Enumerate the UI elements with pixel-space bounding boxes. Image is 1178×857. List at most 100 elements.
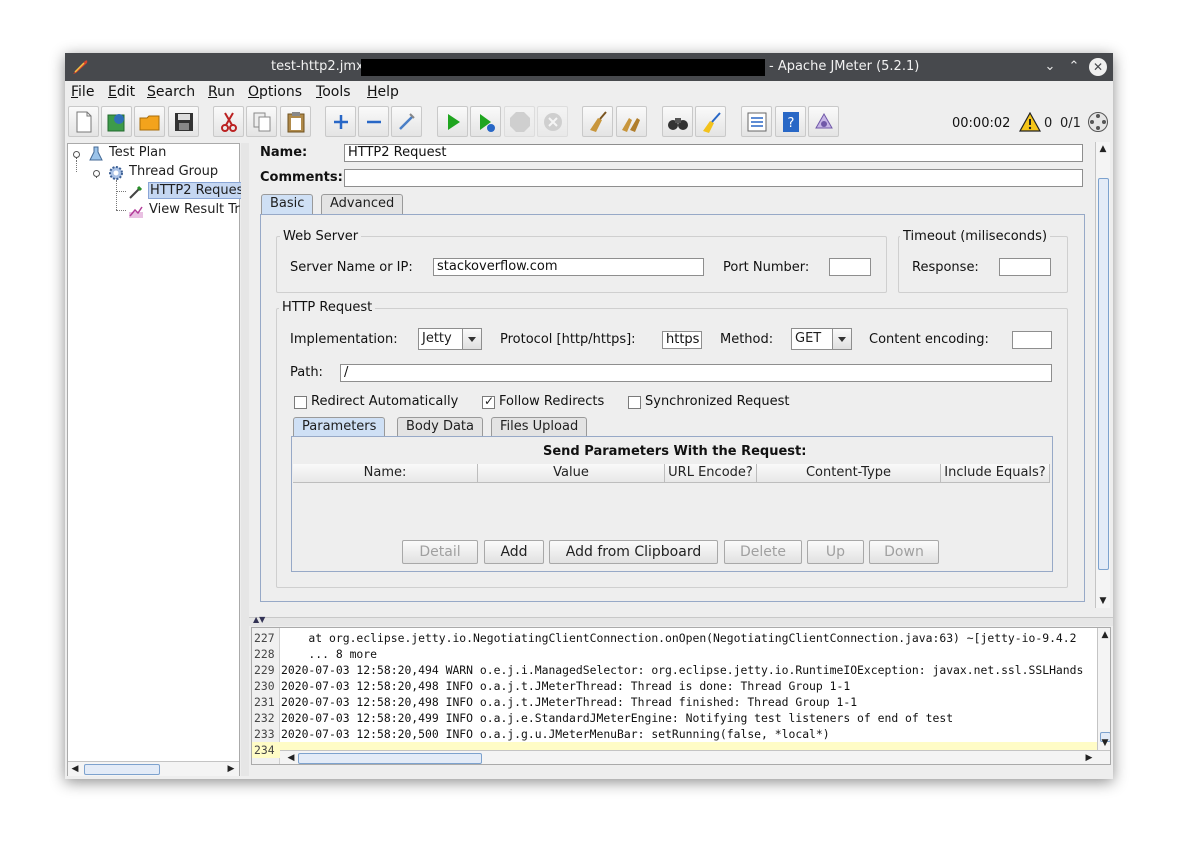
- broom-icon: [590, 111, 607, 132]
- toggle-button[interactable]: [391, 106, 422, 137]
- warning-icon[interactable]: [1019, 112, 1041, 132]
- toolbar: ? 00:00:02 0 0/1: [65, 103, 1113, 141]
- close-icon[interactable]: ✕: [1089, 58, 1107, 76]
- collapse-all-button[interactable]: [358, 106, 389, 137]
- menu-run[interactable]: Run: [208, 84, 235, 100]
- menu-options[interactable]: Options: [248, 84, 302, 100]
- test-plan-tree: Test Plan Thread Group HTTP2 Reques View…: [67, 143, 246, 776]
- scroll-thumb[interactable]: [298, 753, 482, 764]
- tab-files-upload[interactable]: Files Upload: [491, 417, 588, 437]
- elapsed-timer: 00:00:02: [952, 116, 1011, 131]
- menu-search[interactable]: Search: [147, 84, 195, 100]
- menu-tools[interactable]: Tools: [316, 84, 351, 100]
- help-book-icon: ?: [783, 112, 799, 132]
- clear-all-button[interactable]: [616, 106, 647, 137]
- expand-all-button[interactable]: [325, 106, 356, 137]
- tab-advanced[interactable]: Advanced: [321, 194, 404, 214]
- protocol-label: Protocol [http/https]:: [500, 332, 636, 347]
- scroll-up-icon[interactable]: ▲: [1096, 142, 1110, 156]
- tree-horizontal-scrollbar[interactable]: ◀ ▶: [68, 761, 239, 776]
- comments-field[interactable]: [344, 169, 1083, 187]
- activity-spinner-icon: [1088, 112, 1108, 132]
- new-button[interactable]: [68, 106, 99, 137]
- shutdown-icon: [544, 113, 562, 131]
- scroll-left-icon[interactable]: ◀: [68, 762, 82, 776]
- tree-node-thread-group[interactable]: Thread Group: [129, 164, 218, 179]
- synchronized-request-checkbox[interactable]: [628, 396, 641, 409]
- column-content-type[interactable]: Content-Type: [757, 464, 941, 483]
- reset-search-button[interactable]: [695, 106, 726, 137]
- menu-edit[interactable]: Edit: [108, 84, 135, 100]
- implementation-select[interactable]: Jetty: [418, 328, 482, 350]
- remote-start-button[interactable]: [808, 106, 839, 137]
- paste-button[interactable]: [280, 106, 311, 137]
- http-sampler-pipette-icon: [129, 185, 143, 199]
- tab-basic[interactable]: Basic: [261, 194, 314, 214]
- detail-button[interactable]: Detail: [402, 540, 478, 564]
- up-button[interactable]: Up: [807, 540, 864, 564]
- scroll-right-icon[interactable]: ▶: [1082, 751, 1096, 764]
- editor-vertical-scrollbar[interactable]: ▲ ▼: [1095, 142, 1110, 608]
- column-value[interactable]: Value: [478, 464, 665, 483]
- split-arrows-icon[interactable]: ▲▼: [253, 615, 265, 624]
- path-field[interactable]: /: [340, 364, 1052, 382]
- scroll-thumb[interactable]: [84, 764, 160, 775]
- tree-node-test-plan[interactable]: Test Plan: [109, 145, 166, 160]
- scroll-left-icon[interactable]: ◀: [284, 751, 298, 764]
- copy-button[interactable]: [246, 106, 277, 137]
- start-button[interactable]: [437, 106, 468, 137]
- clear-button[interactable]: [582, 106, 613, 137]
- server-name-field[interactable]: stackoverflow.com: [433, 258, 704, 276]
- shutdown-button[interactable]: [537, 106, 568, 137]
- menu-help[interactable]: Help: [367, 84, 399, 100]
- function-helper-button[interactable]: [741, 106, 772, 137]
- response-timeout-field[interactable]: [999, 258, 1051, 276]
- chevron-down-icon[interactable]: [832, 329, 851, 349]
- delete-button[interactable]: Delete: [724, 540, 802, 564]
- follow-redirects-checkbox[interactable]: [482, 394, 495, 409]
- tab-body-data[interactable]: Body Data: [397, 417, 483, 437]
- scroll-down-icon[interactable]: ▼: [1098, 736, 1110, 750]
- expanded-node-icon[interactable]: [72, 150, 81, 159]
- tab-parameters[interactable]: Parameters: [293, 417, 386, 437]
- search-button[interactable]: [662, 106, 693, 137]
- log-split-divider[interactable]: ▲▼: [249, 615, 1113, 626]
- scroll-up-icon[interactable]: ▲: [1098, 628, 1110, 642]
- active-threads: 0/1: [1060, 116, 1081, 131]
- split-pane-divider[interactable]: [241, 143, 249, 776]
- toggle-wand-icon: [399, 113, 415, 130]
- tree-node-http2-request[interactable]: HTTP2 Reques: [148, 182, 246, 199]
- cut-button[interactable]: [213, 106, 244, 137]
- chevron-down-icon[interactable]: [462, 329, 481, 349]
- redirect-automatically-checkbox[interactable]: [294, 396, 307, 409]
- menu-file[interactable]: File: [71, 84, 94, 100]
- add-from-clipboard-button[interactable]: Add from Clipboard: [549, 540, 718, 564]
- scroll-thumb[interactable]: [1098, 178, 1109, 570]
- minimize-icon[interactable]: ⌄: [1041, 58, 1059, 76]
- expanded-node-icon[interactable]: [92, 169, 101, 178]
- stop-button[interactable]: [504, 106, 535, 137]
- help-button[interactable]: ?: [775, 106, 806, 137]
- column-url-encode[interactable]: URL Encode?: [665, 464, 757, 483]
- method-select[interactable]: GET: [791, 328, 852, 350]
- http2-request-editor: Name: HTTP2 Request Comments: Basic Adva…: [249, 141, 1113, 616]
- maximize-icon[interactable]: ⌃: [1065, 58, 1083, 76]
- scroll-right-icon[interactable]: ▶: [224, 762, 238, 776]
- column-name[interactable]: Name:: [293, 464, 478, 483]
- log-vertical-scrollbar[interactable]: ▲ ▼: [1097, 628, 1110, 750]
- port-field[interactable]: [829, 258, 871, 276]
- content-encoding-field[interactable]: [1012, 331, 1052, 349]
- name-field[interactable]: HTTP2 Request: [344, 144, 1083, 162]
- tree-node-view-results-tree[interactable]: View Result Tr: [149, 202, 240, 217]
- column-include-equals[interactable]: Include Equals?: [941, 464, 1050, 483]
- start-no-pauses-button[interactable]: [470, 106, 501, 137]
- open-button[interactable]: [134, 106, 165, 137]
- add-button[interactable]: Add: [484, 540, 544, 564]
- protocol-field[interactable]: https: [662, 331, 702, 349]
- scroll-down-icon[interactable]: ▼: [1096, 594, 1110, 608]
- thread-group-gear-icon: [109, 166, 123, 180]
- templates-button[interactable]: [101, 106, 132, 137]
- down-button[interactable]: Down: [869, 540, 939, 564]
- log-horizontal-scrollbar[interactable]: ◀ ▶: [280, 750, 1110, 764]
- save-button[interactable]: [168, 106, 199, 137]
